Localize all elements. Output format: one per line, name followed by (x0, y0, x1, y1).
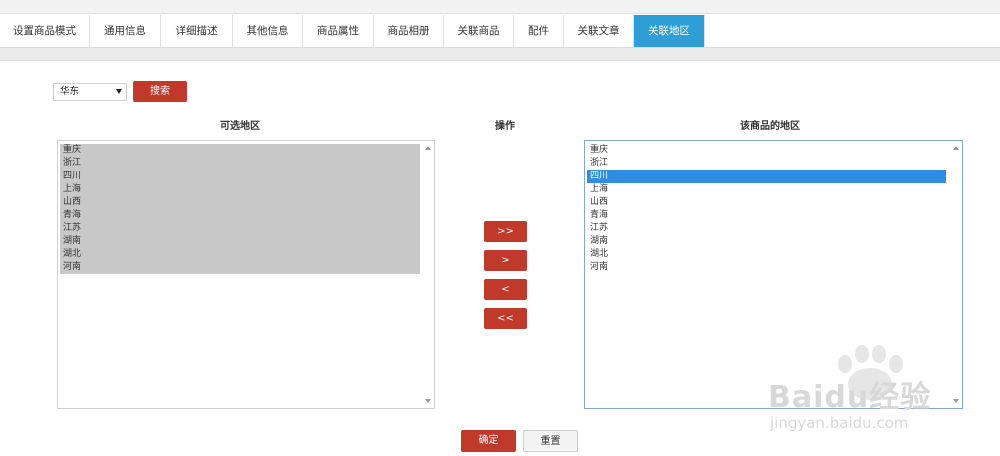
available-list-scrollbar[interactable] (422, 141, 434, 408)
add-one-button[interactable]: > (484, 250, 527, 271)
top-strip (0, 0, 1000, 14)
watermark-brand: Baidu经验 (768, 380, 932, 415)
list-item[interactable]: 上海 (60, 183, 420, 196)
list-item[interactable]: 湖南 (60, 235, 420, 248)
list-item[interactable]: 浙江 (587, 157, 946, 170)
remove-one-button[interactable]: < (484, 279, 527, 300)
list-item[interactable]: 四川 (60, 170, 420, 183)
tab-related-articles[interactable]: 关联文章 (564, 15, 634, 47)
remove-all-button[interactable]: << (484, 308, 527, 329)
tab-product-mode[interactable]: 设置商品模式 (0, 15, 90, 47)
add-all-button[interactable]: >> (484, 221, 527, 242)
confirm-button[interactable]: 确定 (461, 430, 516, 452)
reset-button[interactable]: 重置 (523, 430, 578, 452)
available-regions-list[interactable]: 重庆 浙江 四川 上海 山西 青海 江苏 湖南 湖北 河南 (57, 140, 435, 409)
watermark-url: jingyan.baidu.com (770, 414, 909, 432)
scroll-up-icon[interactable] (953, 146, 959, 150)
list-item[interactable]: 湖北 (587, 248, 946, 261)
tab-detail-description[interactable]: 详细描述 (161, 15, 233, 47)
tab-related-regions[interactable]: 关联地区 (634, 15, 705, 47)
list-item[interactable]: 河南 (60, 261, 420, 274)
list-item[interactable]: 河南 (587, 261, 946, 274)
region-select[interactable]: 华东 (53, 83, 127, 101)
list-item[interactable]: 湖北 (60, 248, 420, 261)
list-item[interactable]: 山西 (587, 196, 946, 209)
tab-accessories[interactable]: 配件 (514, 15, 564, 47)
list-item[interactable]: 四川 (587, 170, 946, 183)
scroll-up-icon[interactable] (425, 146, 431, 150)
scroll-down-icon[interactable] (425, 399, 431, 403)
selected-regions-title: 该商品的地区 (740, 121, 800, 132)
operation-title: 操作 (495, 121, 515, 132)
tab-bar: 设置商品模式 通用信息 详细描述 其他信息 商品属性 商品相册 关联商品 配件 … (0, 15, 1000, 48)
list-item[interactable]: 青海 (60, 209, 420, 222)
list-item[interactable]: 江苏 (587, 222, 946, 235)
list-item[interactable]: 重庆 (60, 144, 420, 157)
tab-other-info[interactable]: 其他信息 (233, 15, 303, 47)
search-button[interactable]: 搜索 (133, 81, 187, 102)
list-item[interactable]: 江苏 (60, 222, 420, 235)
list-item[interactable]: 上海 (587, 183, 946, 196)
tab-general-info[interactable]: 通用信息 (90, 15, 161, 47)
list-item[interactable]: 青海 (587, 209, 946, 222)
chevron-down-icon (116, 89, 122, 94)
list-item[interactable]: 浙江 (60, 157, 420, 170)
tab-product-attributes[interactable]: 商品属性 (303, 15, 374, 47)
region-select-value: 华东 (60, 86, 80, 97)
list-item[interactable]: 山西 (60, 196, 420, 209)
available-regions-title: 可选地区 (220, 121, 260, 132)
subheader-bar (0, 48, 1000, 61)
tab-product-album[interactable]: 商品相册 (374, 15, 444, 47)
tab-related-products[interactable]: 关联商品 (444, 15, 514, 47)
list-item[interactable]: 湖南 (587, 235, 946, 248)
list-item[interactable]: 重庆 (587, 144, 946, 157)
